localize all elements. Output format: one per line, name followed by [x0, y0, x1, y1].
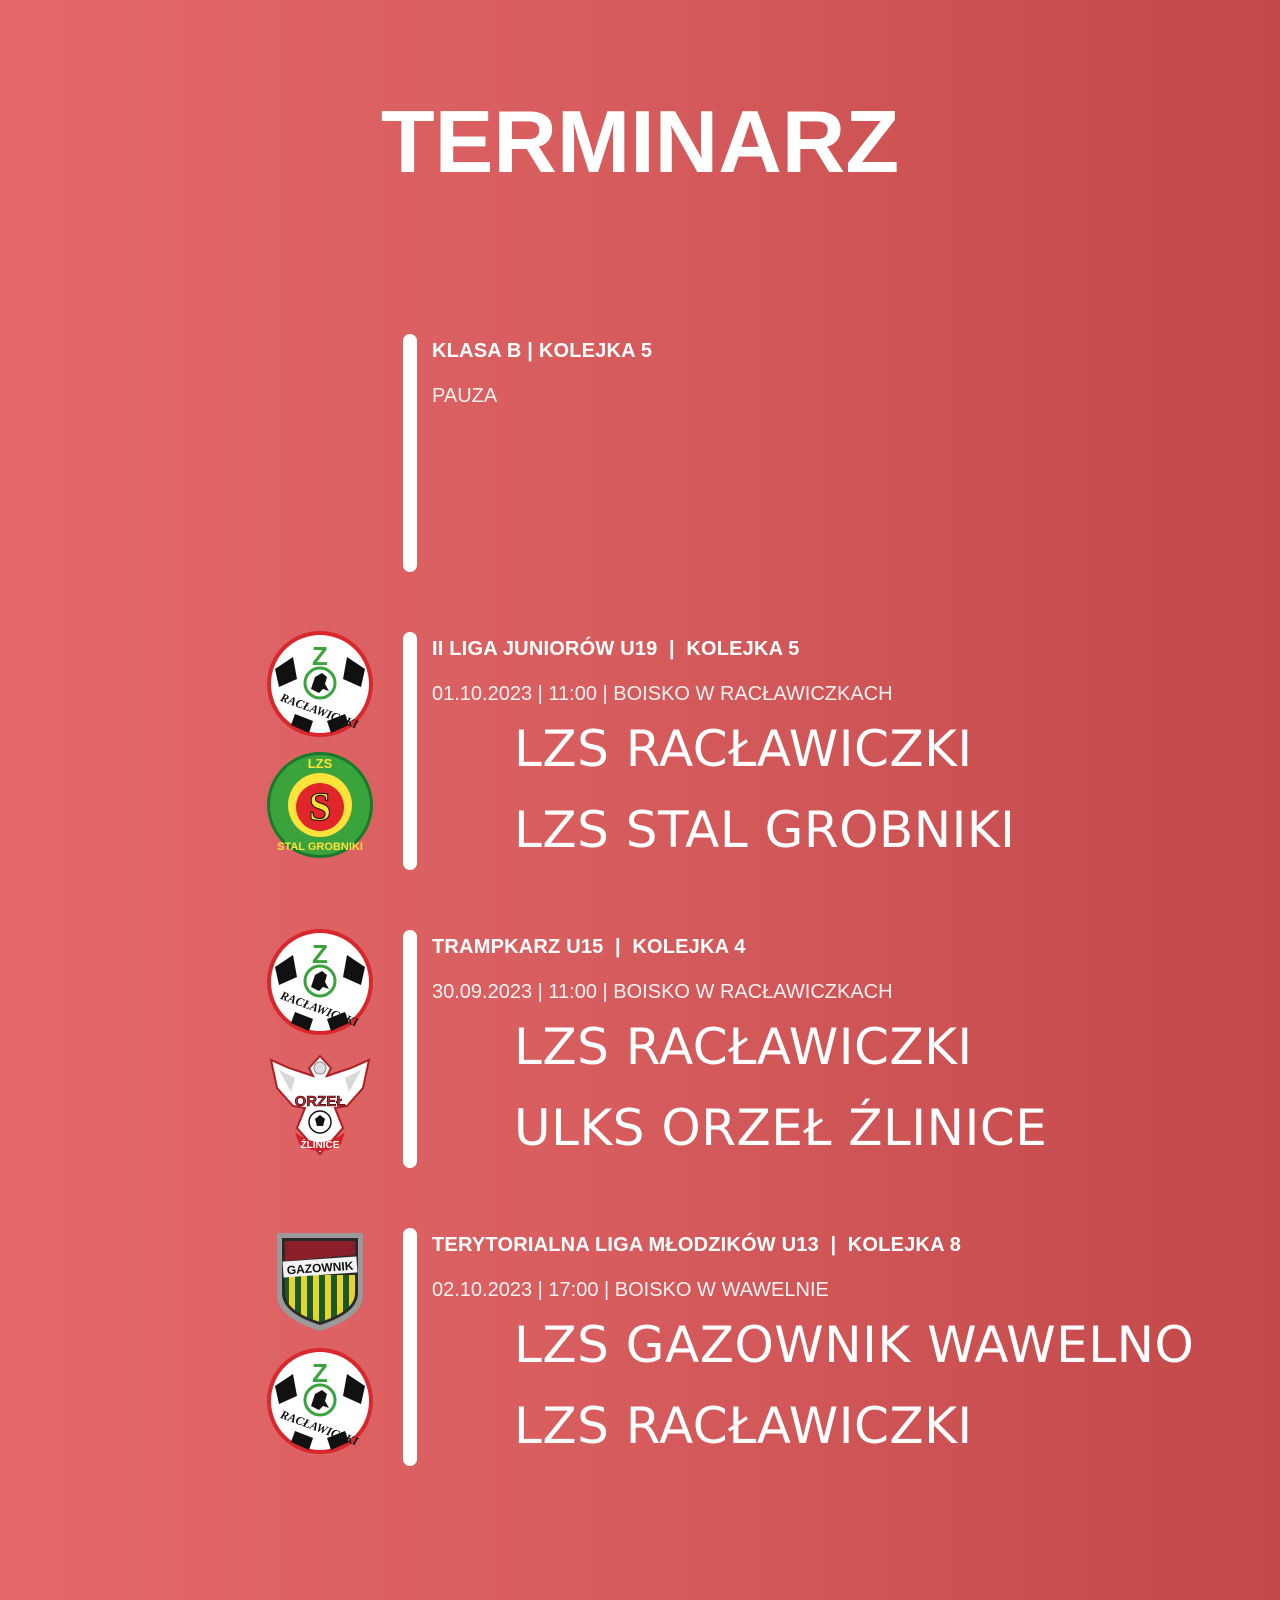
page-title: TERMINARZ — [380, 92, 900, 191]
crest-text-top: LZS — [308, 756, 333, 771]
orzel-zlinice-crest-icon: ORZEŁ ŹLINICE — [265, 1048, 375, 1158]
home-team-name: LZS GAZOWNIK WAWELNO — [514, 1316, 1195, 1374]
lzs-raclawiczki-crest-icon: Z RACŁAWICZKI — [265, 1346, 375, 1456]
lzs-stal-grobniki-crest-icon: S LZS STAL GROBNIKI — [265, 750, 375, 860]
away-team-name: ULKS ORZEŁ ŹLINICE — [514, 1099, 1048, 1157]
fixture-status-label: PAUZA — [432, 385, 498, 407]
fixture-league-label: II LIGA JUNIORÓW U19 | KOLEJKA 5 — [432, 638, 800, 660]
fixture-date-venue: 30.09.2023 | 11:00 | BOISKO W RACŁAWICZK… — [432, 981, 893, 1003]
fixture-divider-bar — [403, 930, 417, 1168]
away-team-name: LZS RACŁAWICZKI — [514, 1397, 973, 1455]
fixture-date-venue: 01.10.2023 | 11:00 | BOISKO W RACŁAWICZK… — [432, 683, 893, 705]
lzs-raclawiczki-crest-icon: Z RACŁAWICZKI — [265, 927, 375, 1037]
fixture-league-label: TERYTORIALNA LIGA MŁODZIKÓW U13 | KOLEJK… — [432, 1234, 962, 1256]
svg-text:Z: Z — [312, 1358, 328, 1388]
away-team-name: LZS STAL GROBNIKI — [514, 801, 1016, 859]
fixture-date-venue: 02.10.2023 | 17:00 | BOISKO W WAWELNIE — [432, 1279, 829, 1301]
lzs-raclawiczki-crest-icon: Z RACŁAWICZKI — [265, 629, 375, 739]
fixture-divider-bar — [403, 1228, 417, 1466]
fixture-league-label: KLASA B | KOLEJKA 5 — [432, 340, 653, 362]
fixture-divider-bar — [403, 632, 417, 870]
home-team-name: LZS RACŁAWICZKI — [514, 720, 973, 778]
fixture-divider-bar — [403, 334, 417, 572]
svg-text:Z: Z — [312, 939, 328, 969]
fixture-card-u19: Z RACŁAWICZKI S LZS STAL GROBNIKI II LIG… — [0, 629, 1280, 872]
svg-text:S: S — [309, 784, 331, 829]
home-team-name: LZS RACŁAWICZKI — [514, 1018, 973, 1076]
fixture-card-klasa-b: KLASA B | KOLEJKA 5 PAUZA — [0, 334, 1280, 574]
crest-text-bottom: ŹLINICE — [301, 1138, 340, 1151]
fixture-card-u15: Z RACŁAWICZKI ORZEŁ ŹLINICE TRAMPKARZ U1… — [0, 927, 1280, 1170]
fixture-card-u13: GAZOWNIK Z RACŁAWICZKI TERYTORIALNA LIGA… — [0, 1228, 1280, 1468]
fixture-league-label: TRAMPKARZ U15 | KOLEJKA 4 — [432, 936, 746, 958]
gazownik-wawelno-crest-icon: GAZOWNIK — [265, 1225, 375, 1335]
svg-text:Z: Z — [312, 641, 328, 671]
crest-text-bottom: STAL GROBNIKI — [277, 841, 363, 853]
crest-text-top: ORZEŁ — [295, 1093, 346, 1110]
